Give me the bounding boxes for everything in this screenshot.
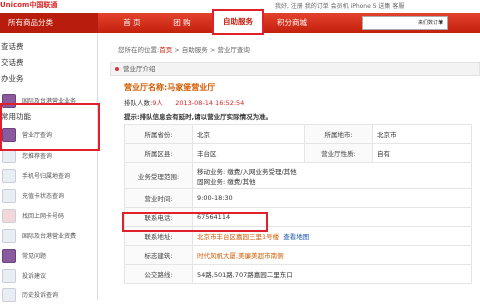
landmark-value: 时代风帆大厦,美廉美超市南侧: [192, 245, 472, 265]
message-icon: [2, 269, 16, 283]
sidebar-heading-query-bill[interactable]: 查话费: [0, 41, 24, 52]
breadcrumb: 您所在的位置:首页 > 自助服务 > 营业厅查询: [118, 46, 250, 54]
table-row: 营业时间: 9:00-18:30: [124, 188, 472, 208]
address-value: 北京市丰台区嘉园三里1号楼: [197, 233, 280, 241]
hall-name: 营业厅名称:马家堡营业厅: [124, 83, 216, 92]
sidebar-heading-business[interactable]: 办业务: [0, 73, 24, 84]
bus-value: 54路,501路,707路嘉园二里东口: [192, 264, 472, 284]
chevron-down-icon: ▼: [439, 20, 443, 26]
table-row: 公交路线: 54路,501路,707路嘉园二里东口: [124, 264, 472, 284]
card-icon: [2, 209, 16, 223]
sidebar-heading-pay-bill[interactable]: 交话费: [0, 57, 24, 68]
table-row: 标志建筑: 时代风帆大厦,美廉美超市南侧: [124, 245, 472, 265]
category-menu-button[interactable]: 所有商品分类: [0, 13, 98, 33]
sidebar-item-complaint-history[interactable]: 历史投诉查询: [0, 285, 98, 304]
queue-info: 排队人数:9人 2013-08-14 16:52:54: [124, 99, 245, 107]
queue-count: 9人: [152, 99, 163, 107]
table-row: 业务受理范围: 移动业务: 缴费/入网业务受理/其他 固网业务: 缴费/其他: [124, 162, 472, 189]
globe-icon: [2, 229, 16, 243]
phone-icon: [2, 169, 16, 183]
question-icon: [2, 249, 16, 263]
queue-date: 2013-08-14 16:52:54: [175, 99, 245, 107]
nav-group-buy[interactable]: 团 购: [160, 13, 204, 33]
sidebar-item-find-card-number[interactable]: 找回上网卡号码: [0, 206, 98, 225]
highlight-box-phone: [122, 212, 268, 232]
breadcrumb-self-service[interactable]: 自助服务: [182, 46, 208, 54]
sidebar: 查话费 交话费 办业务 国际及台港营业业务 常用功能 营业厅查询 您推荐查询 手…: [0, 33, 98, 302]
breadcrumb-current: 营业厅查询: [217, 46, 250, 54]
nav-points-mall[interactable]: 积分商城: [266, 13, 318, 33]
highlight-box-sidebar: [0, 103, 100, 151]
queue-tip: 提示:排队信息会有延时,请以营业厅实际情况为准。: [124, 113, 273, 121]
order-select[interactable]: 来们数订单 ▼: [362, 16, 448, 30]
sidebar-item-phone-location[interactable]: 手机号归属地查询: [0, 166, 98, 185]
breadcrumb-home[interactable]: 首页: [159, 46, 172, 54]
sidebar-item-intl-fees[interactable]: 国际及台港营业资费: [0, 226, 98, 245]
card-icon: [2, 189, 16, 203]
sidebar-item-complaint[interactable]: 投诉建议: [0, 266, 98, 285]
section-header: 营业厅介绍: [110, 62, 480, 76]
document-icon: [2, 149, 16, 163]
table-row: 所属区县: 丰台区 营业厅性质: 自有: [124, 143, 472, 163]
sidebar-item-card-status[interactable]: 充值卡状态查询: [0, 186, 98, 205]
view-map-link[interactable]: 查看地图: [283, 233, 309, 241]
hall-info-table: 所属省份: 北京 所属地市: 北京市 所属区县: 丰台区 营业厅性质: 自有 业…: [124, 124, 472, 284]
highlight-box-nav: [212, 9, 264, 35]
nav-home[interactable]: 首 页: [110, 13, 154, 33]
sidebar-item-faq[interactable]: 常见问题: [0, 246, 98, 265]
unicom-logo[interactable]: Unicom中国联通: [0, 0, 92, 10]
top-links[interactable]: 我好, 注册 我的订单 会员机 iPhone 5 送集 客服: [275, 1, 404, 10]
table-row: 所属省份: 北京 所属地市: 北京市: [124, 124, 472, 144]
